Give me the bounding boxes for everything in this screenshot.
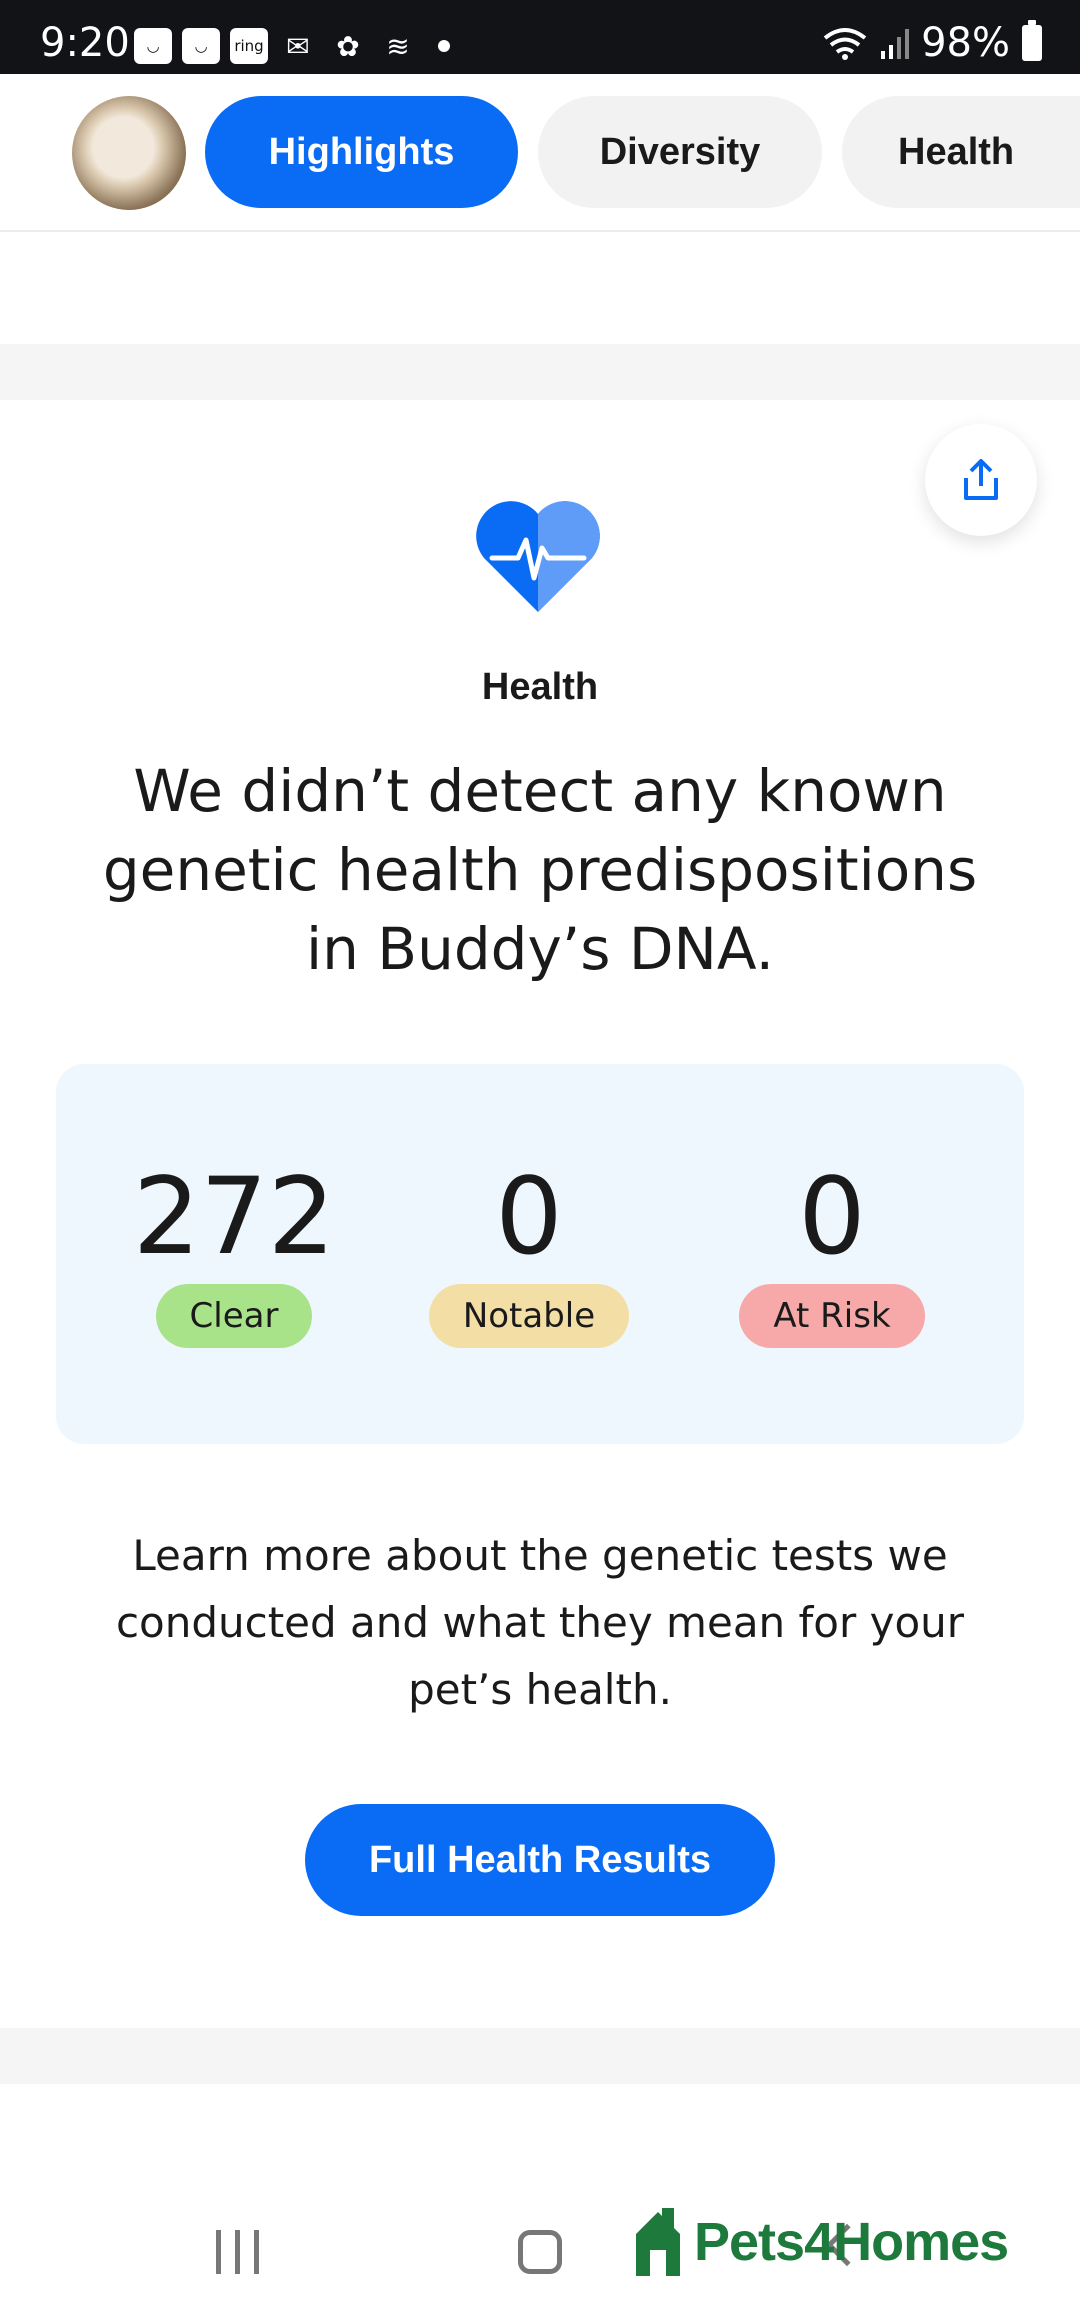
stat-notable: 0 Notable <box>399 1162 659 1348</box>
recents-button[interactable] <box>216 2230 259 2274</box>
status-badge: Notable <box>428 1284 630 1348</box>
outlook-icon: ✉ <box>286 29 310 63</box>
stat-clear: 272 Clear <box>104 1162 364 1348</box>
pet-avatar[interactable] <box>72 96 186 210</box>
battery-icon <box>1022 20 1042 61</box>
amazon-icon: ◡ <box>182 28 220 64</box>
share-button[interactable] <box>925 424 1037 536</box>
section-title: Health <box>481 666 599 708</box>
share-icon <box>964 459 998 500</box>
top-tab-bar: Highlights Diversity Health <box>0 74 1080 232</box>
battery-percent: 98% <box>921 20 1010 66</box>
watermark-text: Pets4Homes <box>694 2212 1009 2272</box>
section-divider <box>0 2028 1080 2084</box>
more-notifications-dot <box>438 40 450 52</box>
heart-pulse-icon <box>476 501 600 612</box>
status-badge: At Risk <box>739 1284 925 1348</box>
notification-icons: ◡ ◡ ring ✉ ✿ ≋ <box>134 28 450 64</box>
full-health-results-button[interactable]: Full Health Results <box>305 1804 775 1916</box>
home-button[interactable] <box>518 2230 562 2274</box>
ring-icon: ring <box>230 28 268 64</box>
stat-value: 0 <box>798 1155 866 1278</box>
status-time: 9:20 <box>40 20 130 66</box>
stat-value: 272 <box>132 1155 336 1278</box>
health-stats-panel: 272 Clear 0 Notable 0 At Risk <box>56 1064 1024 1444</box>
tab-highlights[interactable]: Highlights <box>205 96 518 208</box>
status-badge: Clear <box>155 1284 313 1348</box>
health-headline: We didn’t detect any known genetic healt… <box>102 757 978 983</box>
tab-health[interactable]: Health <box>842 96 1080 208</box>
ring-label: ring <box>234 37 264 55</box>
stripes-icon: ≋ <box>386 29 410 63</box>
section-divider <box>0 344 1080 400</box>
stat-at-risk: 0 At Risk <box>702 1162 962 1348</box>
signal-icon <box>881 29 910 59</box>
paw-icon: ✿ <box>336 29 360 63</box>
tab-diversity[interactable]: Diversity <box>538 96 822 208</box>
house-logo-icon <box>636 2208 680 2276</box>
amazon-icon: ◡ <box>134 28 172 64</box>
status-bar: 9:20 ◡ ◡ ring ✉ ✿ ≋ 98% <box>0 0 1080 74</box>
status-right: 98% <box>823 20 1042 66</box>
pets4homes-watermark: Pets4Homes <box>632 2202 1009 2282</box>
wifi-icon <box>823 28 867 60</box>
learn-more-text: Learn more about the genetic tests we co… <box>115 1531 965 1714</box>
stat-value: 0 <box>495 1155 563 1278</box>
